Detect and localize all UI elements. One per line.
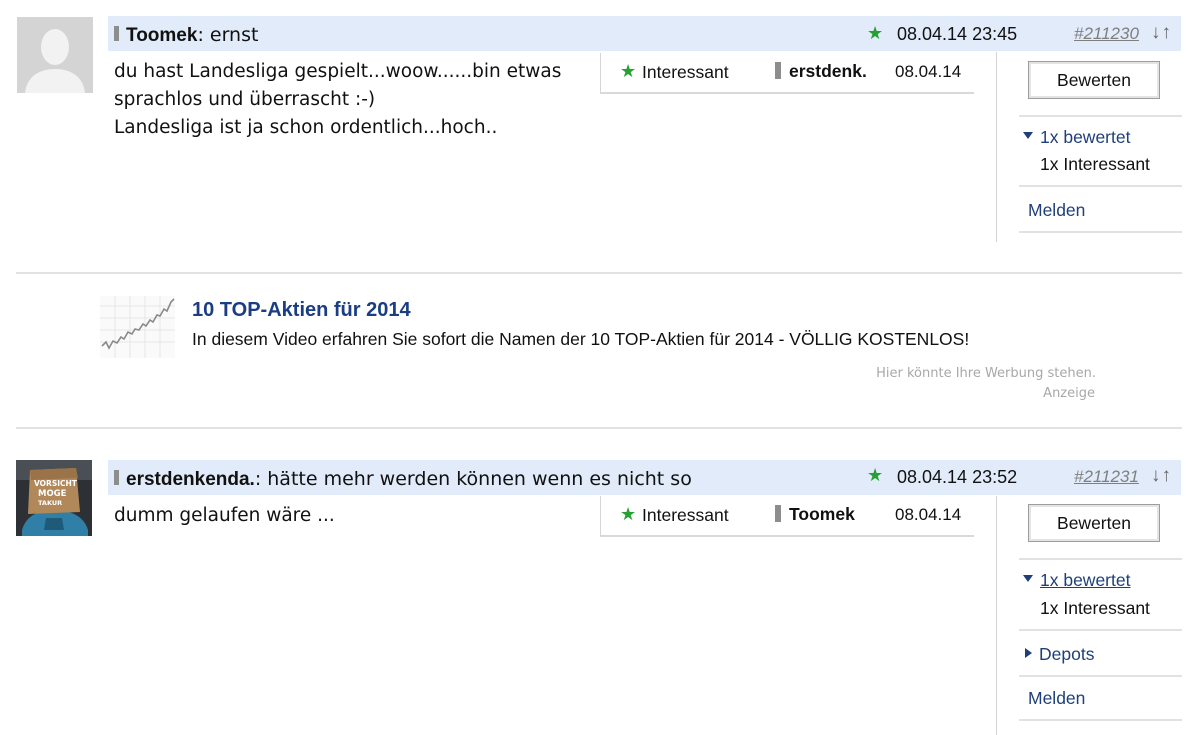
rate-button[interactable]: Bewerten: [1028, 504, 1160, 542]
triangle-down-icon[interactable]: [1023, 575, 1033, 582]
ad-title-link[interactable]: 10 TOP-Aktien für 2014: [192, 299, 411, 322]
divider: [1019, 675, 1182, 677]
post-header: Toomek: ernst ★ 08.04.14 23:45 #211230 ↓…: [108, 16, 1181, 51]
rating-label: Interessant: [642, 505, 729, 526]
rated-count-link[interactable]: 1x bewertet: [1040, 570, 1130, 591]
ad-note: Hier könnte Ihre Werbung stehen.: [780, 366, 1096, 381]
author-marker: [114, 26, 119, 41]
post-timestamp: 08.04.14 23:45: [897, 24, 1017, 45]
column-divider: [996, 496, 997, 735]
column-divider: [996, 52, 997, 242]
report-link[interactable]: Melden: [1028, 200, 1085, 221]
post-header: erstdenkenda.: hätte mehr werden können …: [108, 460, 1181, 495]
ad-chart-thumbnail[interactable]: [100, 296, 175, 358]
rating-date: 08.04.14: [895, 505, 961, 525]
default-user-icon: [17, 17, 93, 93]
stock-chart-icon: [100, 296, 175, 358]
divider: [1019, 185, 1182, 187]
post-id-link[interactable]: #211230: [1074, 24, 1139, 44]
report-link[interactable]: Melden: [1028, 688, 1085, 709]
post-id-link[interactable]: #211231: [1074, 467, 1139, 487]
svg-text:MOGE: MOGE: [38, 489, 67, 499]
avatar-photo[interactable]: VORSICHT MOGE TAKUR: [16, 460, 92, 536]
divider: [1019, 115, 1182, 117]
depots-link[interactable]: Depots: [1039, 644, 1094, 665]
rating-entry: ★ Interessant erstdenk. 08.04.14: [600, 53, 974, 94]
divider: [1019, 558, 1182, 560]
post-body: du hast Landesliga gespielt...woow......…: [114, 58, 594, 142]
svg-text:VORSICHT: VORSICHT: [34, 479, 78, 488]
divider: [1019, 231, 1182, 233]
post-title: Toomek: ernst: [126, 24, 258, 47]
user-avatar-image: VORSICHT MOGE TAKUR: [16, 460, 92, 536]
rated-count-link[interactable]: 1x bewertet: [1040, 127, 1130, 148]
rated-detail: 1x Interessant: [1040, 598, 1150, 619]
divider: [1019, 629, 1182, 631]
green-star-icon: ★: [867, 24, 883, 42]
avatar-default[interactable]: [17, 17, 93, 93]
post-body: dumm gelaufen wäre ...: [114, 502, 594, 530]
green-star-icon: ★: [620, 505, 636, 523]
ad-text[interactable]: In diesem Video erfahren Sie sofort die …: [192, 329, 969, 350]
triangle-right-icon[interactable]: [1025, 648, 1032, 658]
green-star-icon: ★: [867, 466, 883, 484]
rated-detail: 1x Interessant: [1040, 154, 1150, 175]
sort-arrows-icon[interactable]: ↓↑: [1151, 22, 1172, 44]
user-marker: [775, 505, 781, 522]
section-divider: [16, 427, 1182, 429]
rating-entry: ★ Interessant Toomek 08.04.14: [600, 496, 974, 537]
ad-label: Anzeige: [780, 386, 1095, 401]
author-name[interactable]: Toomek: [126, 25, 197, 46]
green-star-icon: ★: [620, 62, 636, 80]
rating-user[interactable]: Toomek: [789, 504, 855, 525]
rating-label: Interessant: [642, 62, 729, 83]
rating-user[interactable]: erstdenk.: [789, 61, 867, 82]
post-timestamp: 08.04.14 23:52: [897, 467, 1017, 488]
user-marker: [775, 62, 781, 79]
rating-date: 08.04.14: [895, 62, 961, 82]
divider: [1019, 719, 1182, 721]
author-marker: [114, 470, 119, 485]
author-name[interactable]: erstdenkenda.: [126, 469, 255, 490]
post-title: erstdenkenda.: hätte mehr werden können …: [126, 468, 692, 491]
svg-text:TAKUR: TAKUR: [38, 499, 62, 507]
sort-arrows-icon[interactable]: ↓↑: [1151, 465, 1172, 487]
triangle-down-icon[interactable]: [1023, 132, 1033, 139]
rate-button[interactable]: Bewerten: [1028, 61, 1160, 99]
section-divider: [16, 272, 1182, 274]
